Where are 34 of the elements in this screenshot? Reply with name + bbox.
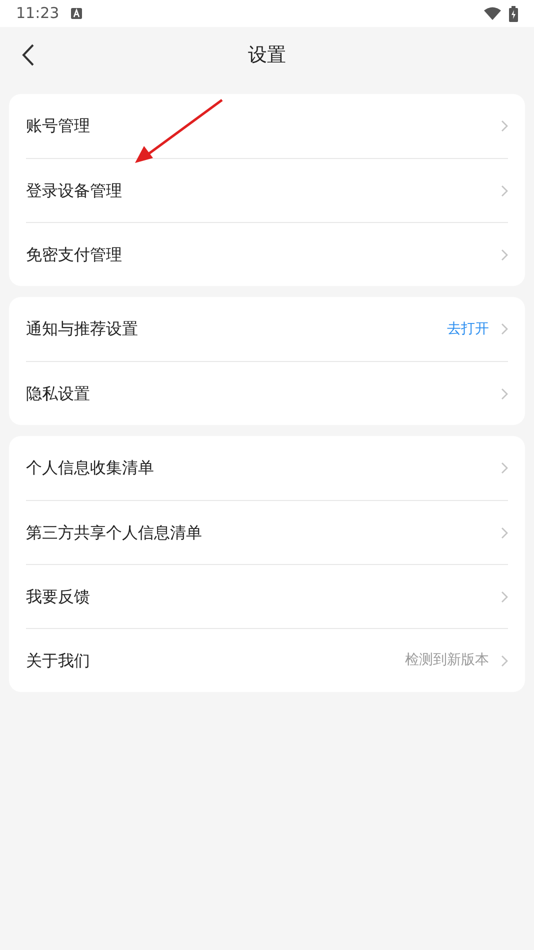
chevron-right-icon: [501, 526, 508, 538]
settings-row[interactable]: 我要反馈: [26, 564, 508, 628]
page-title: 设置: [248, 42, 286, 68]
settings-row[interactable]: 关于我们 检测到新版本: [26, 628, 508, 692]
settings-row[interactable]: 第三方共享个人信息清单: [26, 500, 508, 564]
chevron-right-icon: [501, 462, 508, 474]
status-time: 11:23: [16, 3, 60, 24]
row-label: 我要反馈: [26, 586, 91, 608]
settings-row[interactable]: 个人信息收集清单: [26, 436, 508, 500]
settings-row[interactable]: 账号管理: [26, 94, 508, 158]
row-label: 个人信息收集清单: [26, 457, 155, 479]
chevron-right-icon: [501, 654, 508, 666]
settings-row[interactable]: 登录设备管理: [26, 158, 508, 222]
battery-icon: [509, 6, 518, 22]
chevron-right-icon: [501, 388, 508, 400]
row-label: 登录设备管理: [26, 180, 123, 202]
row-label: 隐私设置: [26, 382, 91, 404]
chevron-right-icon: [501, 248, 508, 260]
row-label: 第三方共享个人信息清单: [26, 522, 203, 544]
row-label: 免密支付管理: [26, 244, 123, 266]
row-label: 账号管理: [26, 115, 91, 137]
chevron-right-icon: [501, 120, 508, 132]
settings-row[interactable]: 通知与推荐设置 去打开: [26, 297, 508, 361]
settings-row[interactable]: 隐私设置: [26, 361, 508, 425]
app-notification-icon: [71, 8, 82, 19]
chevron-right-icon: [501, 590, 508, 602]
row-hint: 检测到新版本: [405, 651, 489, 670]
row-label: 通知与推荐设置: [26, 318, 139, 340]
wifi-icon: [484, 7, 501, 20]
settings-row[interactable]: 免密支付管理: [26, 222, 508, 286]
row-hint: 去打开: [447, 320, 489, 338]
row-label: 关于我们: [26, 650, 91, 672]
chevron-right-icon: [501, 323, 508, 335]
chevron-right-icon: [501, 184, 508, 196]
